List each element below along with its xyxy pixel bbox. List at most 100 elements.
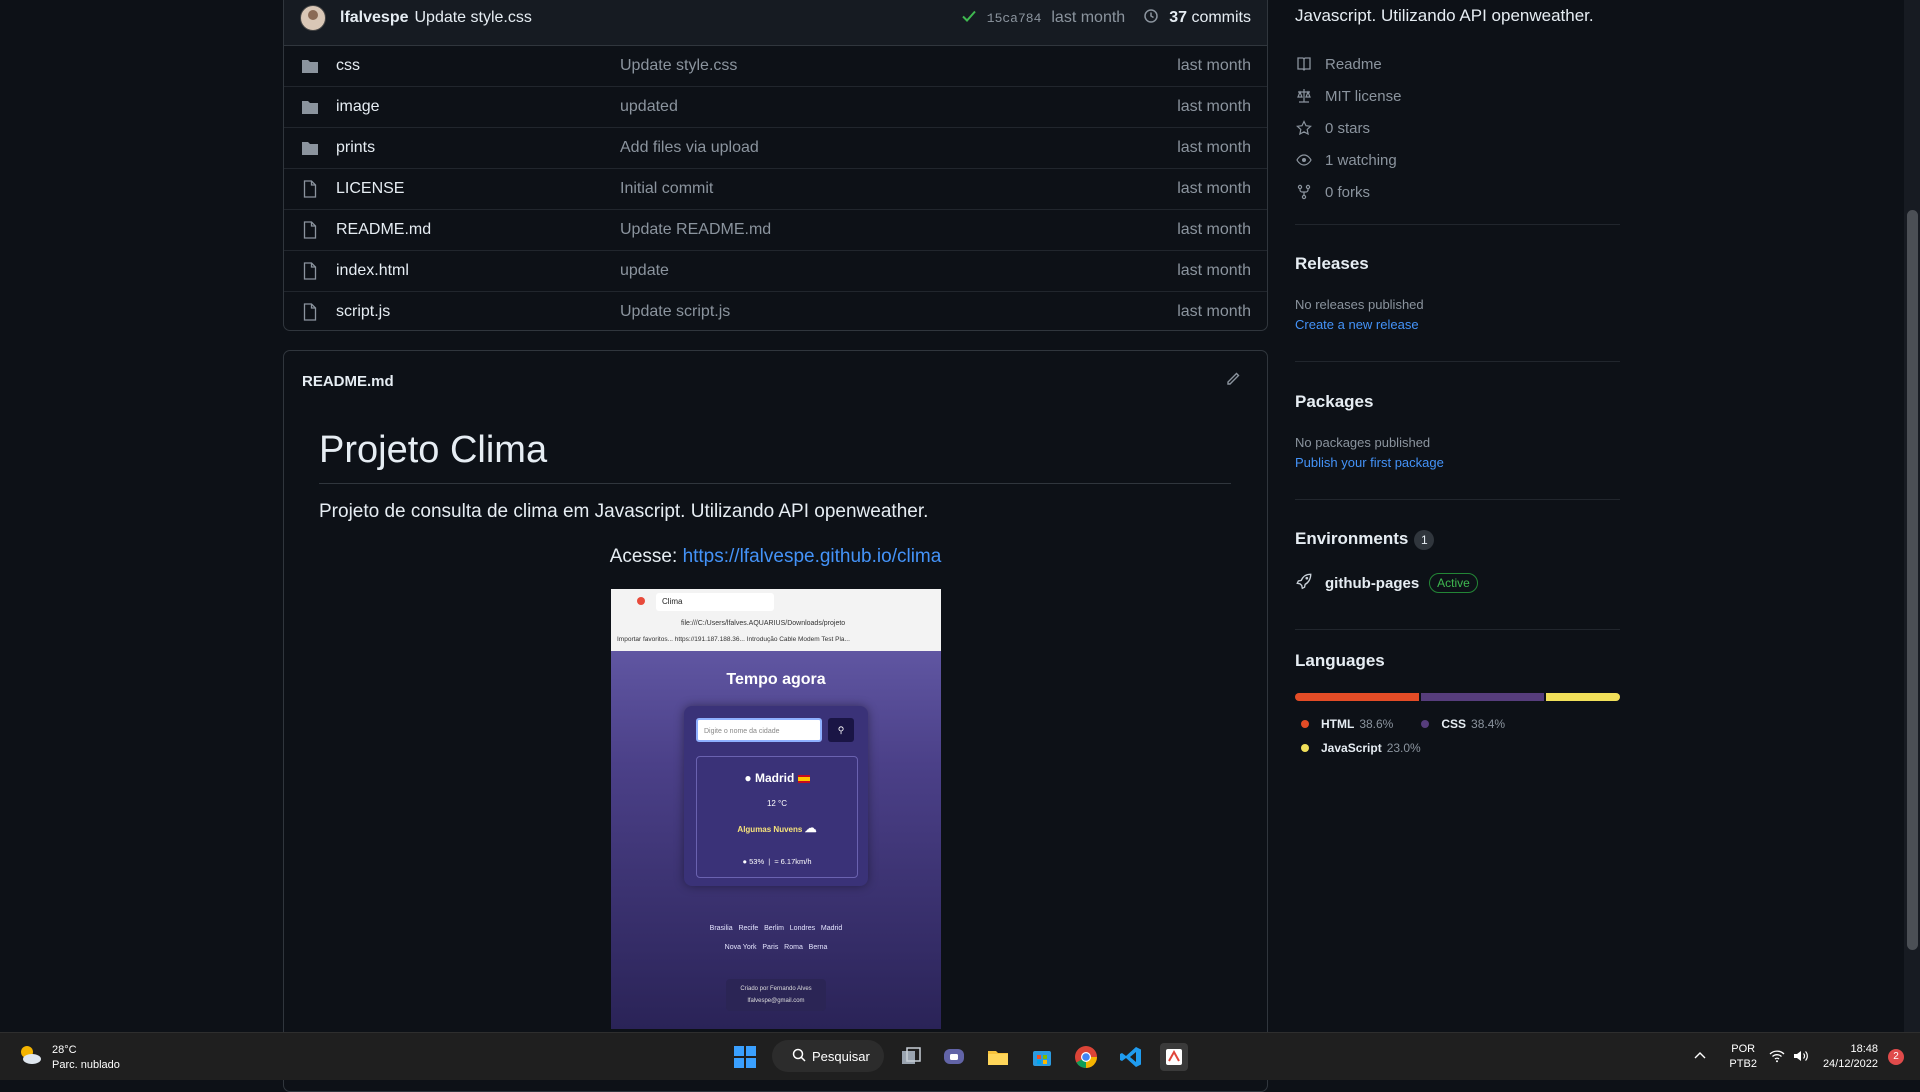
snipping-tool-icon[interactable] — [1160, 1043, 1188, 1071]
weather-temp: 28°C — [52, 1043, 77, 1056]
file-commit-message[interactable]: updated — [620, 98, 678, 116]
create-release-link[interactable]: Create a new release — [1295, 317, 1419, 332]
commit-message[interactable]: Update style.css — [414, 9, 531, 27]
file-name[interactable]: css — [336, 57, 360, 75]
keyboard-layout: PTB2 — [1729, 1058, 1757, 1070]
file-commit-message[interactable]: Update script.js — [620, 303, 730, 321]
file-commit-message[interactable]: Add files via upload — [620, 139, 759, 157]
file-commit-message[interactable]: Update style.css — [620, 57, 737, 75]
notification-badge[interactable]: 2 — [1888, 1049, 1904, 1065]
file-name[interactable]: script.js — [336, 303, 390, 321]
screenshot-city-input: Digite o nome da cidade — [696, 718, 822, 742]
folder-icon — [300, 138, 320, 158]
chrome-icon[interactable] — [1072, 1043, 1100, 1071]
screenshot-stats: ● 53% | ≈ 6.17km/h — [742, 857, 812, 866]
file-row[interactable]: image updated last month — [284, 86, 1267, 127]
screenshot-city-list: Brasilia Recife Berlim Londres Madrid No… — [611, 919, 941, 957]
file-name[interactable]: LICENSE — [336, 180, 404, 198]
file-date: last month — [1177, 180, 1251, 197]
environments-title[interactable]: Environments 1 — [1295, 529, 1435, 550]
commits-link[interactable]: 37 commits — [1169, 9, 1251, 27]
weather-widget[interactable]: 28°C Parc. nublado — [16, 1041, 120, 1074]
languages-title: Languages — [1295, 651, 1385, 670]
screenshot-temp: 12 °C — [766, 799, 788, 808]
screenshot-footer-author: Criado por Fernando Alves — [740, 986, 812, 992]
repo-meta-eye[interactable]: 1 watching — [1295, 144, 1401, 176]
task-view-icon[interactable] — [897, 1043, 925, 1071]
repo-meta-book[interactable]: Readme — [1295, 48, 1401, 80]
file-name[interactable]: image — [336, 98, 380, 116]
file-commit-message[interactable]: update — [620, 262, 669, 280]
file-commit-message[interactable]: Update README.md — [620, 221, 771, 239]
environment-status-badge: Active — [1429, 573, 1478, 593]
meta-label: Readme — [1325, 55, 1382, 73]
clock[interactable]: 18:48 24/12/2022 — [1823, 1042, 1878, 1072]
law-icon — [1295, 87, 1313, 105]
file-commit-message[interactable]: Initial commit — [620, 180, 713, 198]
screenshot-weather-card: Digite o nome da cidade ⚲ ● Madrid 12 °C… — [684, 706, 868, 886]
cloud-icon: ☁ — [804, 821, 817, 835]
environment-name[interactable]: github-pages — [1325, 575, 1419, 592]
screenshot-footer: Criado por Fernando Alves lfalvespe@gmai… — [726, 979, 826, 1011]
screenshot-result-box: ● Madrid 12 °C Algumas Nuvens ☁ ● 53% | … — [696, 756, 858, 878]
language-percent: 38.4% — [1471, 717, 1506, 731]
environment-item[interactable]: github-pages Active — [1295, 572, 1478, 594]
file-row[interactable]: prints Add files via upload last month — [284, 127, 1267, 168]
file-row[interactable]: LICENSE Initial commit last month — [284, 168, 1267, 209]
author-avatar[interactable] — [300, 4, 326, 31]
language-percent: 38.6% — [1359, 717, 1394, 731]
language-item[interactable]: JavaScript 23.0% — [1301, 736, 1421, 760]
file-row[interactable]: README.md Update README.md last month — [284, 209, 1267, 250]
readme-panel: README.md Projeto Clima Projeto de consu… — [283, 350, 1268, 1092]
wifi-icon[interactable] — [1769, 1049, 1785, 1066]
file-row[interactable]: script.js Update script.js last month — [284, 291, 1267, 332]
edit-pencil-icon[interactable] — [1225, 371, 1241, 391]
language-bar-segment — [1420, 693, 1545, 701]
language-item[interactable]: CSS 38.4% — [1421, 712, 1505, 736]
readme-filename[interactable]: README.md — [302, 373, 394, 390]
commit-author[interactable]: lfalvespe — [340, 9, 408, 27]
meta-label: MIT license — [1325, 87, 1402, 105]
commit-hash[interactable]: 15ca784 — [987, 11, 1042, 26]
page-scrollbar[interactable] — [1904, 0, 1920, 1032]
file-explorer-icon[interactable] — [984, 1043, 1012, 1071]
file-date: last month — [1177, 262, 1251, 279]
microsoft-store-icon[interactable] — [1028, 1043, 1056, 1071]
file-name[interactable]: prints — [336, 139, 375, 157]
publish-package-link[interactable]: Publish your first package — [1295, 455, 1444, 470]
screenshot-bookmarks: Importar favoritos... https://191.187.18… — [617, 636, 850, 643]
language-bar-segment — [1546, 693, 1620, 701]
screenshot-cities-line1: Brasilia Recife Berlim Londres Madrid — [709, 925, 843, 932]
readme-title: Projeto Clima — [319, 429, 548, 471]
packages-title[interactable]: Packages — [1295, 392, 1373, 412]
repo-meta-star[interactable]: 0 stars — [1295, 112, 1401, 144]
releases-title[interactable]: Releases — [1295, 254, 1369, 274]
language-item[interactable]: HTML 38.6% — [1301, 712, 1393, 736]
repo-meta-fork[interactable]: 0 forks — [1295, 176, 1401, 208]
input-language-indicator[interactable]: POR PTB2 — [1729, 1042, 1757, 1072]
environments-count-badge: 1 — [1414, 529, 1435, 550]
file-date: last month — [1177, 303, 1251, 320]
packages-text: No packages published — [1295, 435, 1431, 450]
taskbar-search-button[interactable]: Pesquisar — [772, 1040, 884, 1072]
access-link[interactable]: https://lfalvespe.github.io/clima — [683, 546, 942, 567]
file-row[interactable]: index.html update last month — [284, 250, 1267, 291]
history-icon — [1143, 8, 1159, 29]
file-row[interactable]: css Update style.css last month — [284, 46, 1267, 86]
volume-icon[interactable] — [1793, 1049, 1809, 1066]
meta-label: 0 forks — [1325, 183, 1371, 201]
vscode-icon[interactable] — [1117, 1043, 1145, 1071]
check-icon — [961, 8, 977, 29]
file-name[interactable]: README.md — [336, 221, 431, 239]
language-list: HTML 38.6% CSS 38.4% JavaScript 23.0% — [1295, 712, 1620, 760]
teams-chat-icon[interactable] — [940, 1043, 968, 1071]
repo-meta-law[interactable]: MIT license — [1295, 80, 1401, 112]
chevron-up-icon[interactable] — [1693, 1049, 1707, 1066]
windows-start-icon[interactable] — [733, 1045, 757, 1074]
screenshot-search-icon: ⚲ — [828, 718, 854, 742]
file-name[interactable]: index.html — [336, 262, 409, 280]
app-screenshot-image[interactable]: Clima file:///C:/Users/lfalves.AQUARIUS/… — [611, 589, 941, 1029]
system-tray: POR PTB2 18:48 24/12/2022 2 — [1693, 1033, 1904, 1081]
language-percent: 23.0% — [1386, 741, 1421, 755]
scrollbar-thumb[interactable] — [1907, 210, 1918, 950]
